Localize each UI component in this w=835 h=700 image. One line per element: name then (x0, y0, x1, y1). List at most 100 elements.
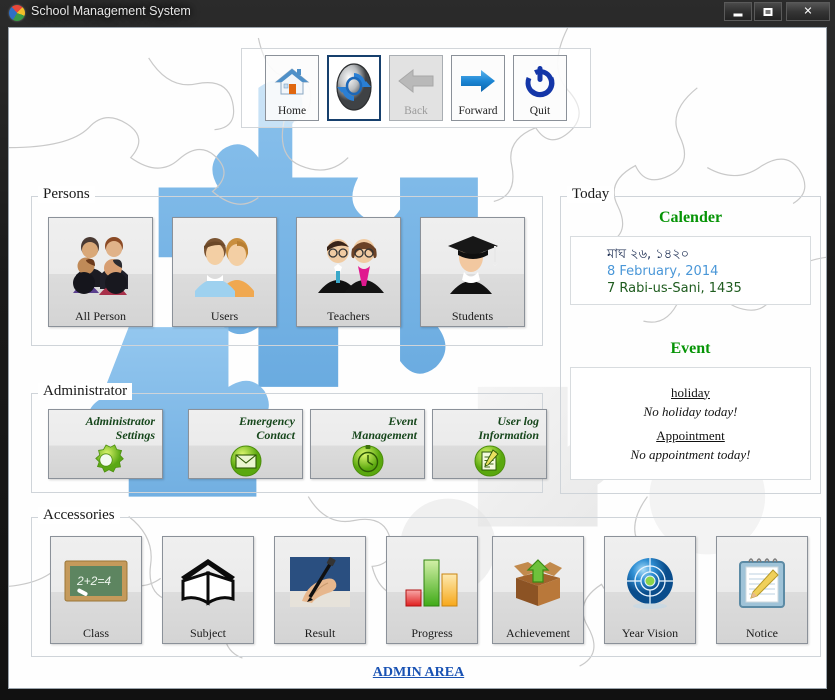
admin-tile-line2: Management (351, 428, 417, 442)
group-of-people-icon (49, 218, 152, 309)
class-label: Class (82, 626, 109, 640)
open-box-download-icon (493, 537, 583, 626)
notepad-pencil-icon (433, 442, 546, 480)
holiday-heading: holiday (671, 384, 710, 400)
students-label: Students (451, 309, 494, 323)
users-label: Users (210, 309, 239, 323)
all-person-tile[interactable]: All Person (48, 217, 153, 327)
admin-tile-line1: Emergency (239, 414, 295, 428)
class-tile[interactable]: 2+2=4 Class (50, 536, 142, 644)
administrator-settings-label: Administrator Settings (49, 410, 162, 442)
bengali-date: মাঘ ২৬, ১৪২০ (607, 247, 690, 262)
refresh-button[interactable] (327, 55, 381, 121)
quit-button-label: Quit (529, 105, 551, 117)
envelope-icon (189, 442, 302, 480)
client-area: Home Back Forward Quit Persons All Perso… (8, 27, 827, 689)
open-book-icon (163, 537, 253, 626)
result-label: Result (304, 626, 336, 640)
emergency-contact-label: Emergency Contact (189, 410, 302, 442)
back-button[interactable]: Back (389, 55, 443, 121)
appointment-heading: Appointment (656, 427, 725, 443)
power-icon (514, 56, 566, 105)
event-management-label: Event Management (311, 410, 424, 442)
chalkboard-icon: 2+2=4 (51, 537, 141, 626)
gregorian-date: 8 February, 2014 (607, 264, 719, 279)
close-icon: ✕ (803, 5, 813, 17)
calendar-title: Calender (658, 209, 723, 226)
minimize-icon (733, 13, 743, 16)
window-title: School Management System (31, 4, 191, 18)
minimize-button[interactable] (724, 2, 752, 21)
progress-tile[interactable]: Progress (386, 536, 478, 644)
subject-label: Subject (190, 626, 226, 640)
home-button[interactable]: Home (265, 55, 319, 121)
admin-tile-line1: Administrator (85, 414, 155, 428)
persons-group: Persons All Person Users Teachers Studen… (31, 186, 543, 346)
application-window: School Management System ✕ Home Back For… (0, 0, 835, 700)
forward-button-label: Forward (458, 105, 498, 117)
users-tile[interactable]: Users (172, 217, 277, 327)
two-users-icon (173, 218, 276, 309)
svg-text:2+2=4: 2+2=4 (76, 574, 111, 588)
refresh-icon (329, 57, 379, 117)
admin-tile-line1: Event (388, 414, 417, 428)
home-button-label: Home (277, 105, 307, 117)
graduate-student-icon (421, 218, 524, 309)
admin-tile-line2: Information (478, 428, 539, 442)
title-bar: School Management System ✕ (0, 0, 835, 27)
writing-hand-icon (275, 537, 365, 626)
today-group: Today Calender মাঘ ২৬, ১৪২০ 8 February, … (560, 186, 821, 494)
teachers-tile[interactable]: Teachers (296, 217, 401, 327)
year-vision-label: Year Vision (621, 626, 679, 640)
bar-chart-icon (387, 537, 477, 626)
event-title: Event (670, 340, 711, 357)
appointment-text: No appointment today! (630, 446, 751, 462)
clock-icon (311, 442, 424, 480)
administrator-group: Administrator Administrator Settings Eme… (31, 383, 547, 493)
today-group-legend: Today (567, 186, 615, 203)
achievement-label: Achievement (506, 626, 570, 640)
result-tile[interactable]: Result (274, 536, 366, 644)
students-tile[interactable]: Students (420, 217, 525, 327)
home-icon (266, 56, 318, 105)
progress-label: Progress (411, 626, 453, 640)
user-log-information-tile[interactable]: User log Information (432, 409, 547, 479)
hijri-date: 7 Rabi-us-Sani, 1435 (607, 281, 742, 296)
teachers-icon (297, 218, 400, 309)
pie-chart-icon (9, 5, 25, 21)
achievement-tile[interactable]: Achievement (492, 536, 584, 644)
notice-tile[interactable]: Notice (716, 536, 808, 644)
accessories-group-legend: Accessories (38, 507, 120, 524)
user-log-information-label: User log Information (433, 410, 546, 442)
event-management-tile[interactable]: Event Management (310, 409, 425, 479)
subject-tile[interactable]: Subject (162, 536, 254, 644)
maximize-icon (763, 7, 773, 16)
all-person-label: All Person (75, 309, 126, 323)
persons-group-legend: Persons (38, 186, 95, 203)
quit-button[interactable]: Quit (513, 55, 567, 121)
administrator-group-legend: Administrator (38, 383, 133, 400)
admin-tile-line2: Settings (115, 428, 155, 442)
arrow-right-icon (452, 56, 504, 105)
holiday-text: No holiday today! (643, 403, 738, 419)
admin-area-link[interactable]: ADMIN AREA (9, 665, 826, 681)
event-box: holiday No holiday today! Appointment No… (570, 367, 811, 480)
navigation-toolbar: Home Back Forward Quit (241, 48, 591, 128)
notice-label: Notice (746, 626, 778, 640)
close-button[interactable]: ✕ (786, 2, 830, 21)
forward-button[interactable]: Forward (451, 55, 505, 121)
accessories-group: Accessories 2+2=4 Class Subject Result P… (31, 507, 821, 657)
year-vision-tile[interactable]: Year Vision (604, 536, 696, 644)
maximize-button[interactable] (754, 2, 782, 21)
arrow-left-icon (390, 56, 442, 105)
emergency-contact-tile[interactable]: Emergency Contact (188, 409, 303, 479)
back-button-label: Back (404, 105, 428, 117)
gear-icon (49, 442, 162, 480)
target-sphere-icon (605, 537, 695, 626)
calendar-box: মাঘ ২৬, ১৪২০ 8 February, 2014 7 Rabi-us-… (570, 236, 811, 305)
admin-tile-line1: User log (497, 414, 539, 428)
administrator-settings-tile[interactable]: Administrator Settings (48, 409, 163, 479)
notepad-icon (717, 537, 807, 626)
teachers-label: Teachers (327, 309, 370, 323)
admin-tile-line2: Contact (256, 428, 295, 442)
